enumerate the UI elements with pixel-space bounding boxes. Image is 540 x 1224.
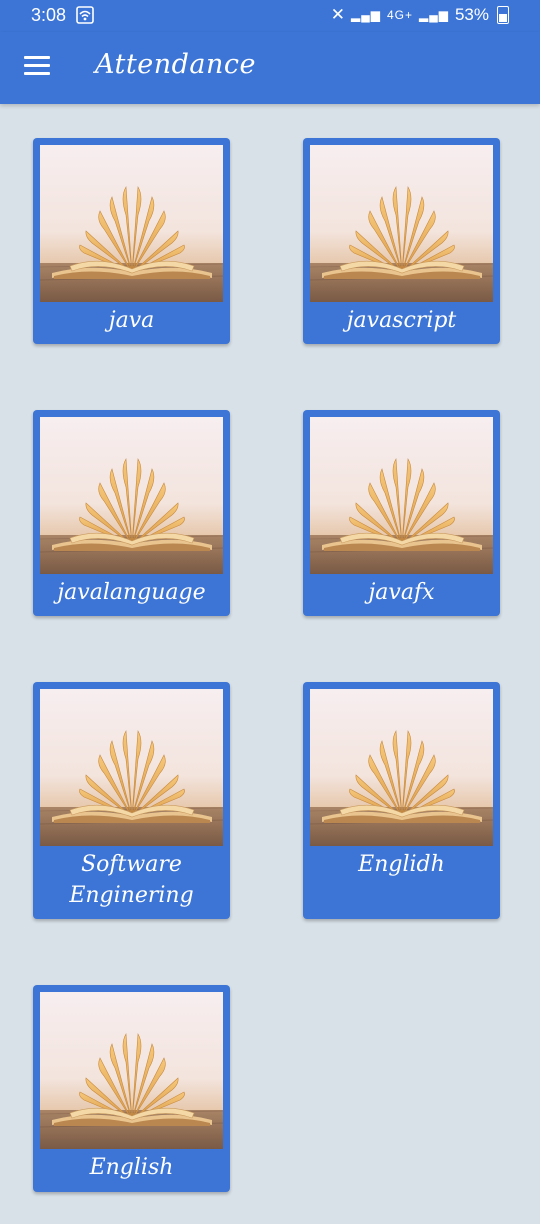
course-label: English xyxy=(89,1155,174,1180)
app-bar: Attendance xyxy=(0,32,540,104)
course-label: Englidh xyxy=(358,852,445,877)
course-card-javascript[interactable]: javascript xyxy=(303,138,500,344)
book-image xyxy=(310,145,493,302)
course-label: javalanguage xyxy=(57,580,206,605)
book-image xyxy=(40,992,223,1149)
battery-percent: 53% xyxy=(454,5,489,24)
status-bar: 3:08 ✕ ▂▄▆ 4G+ ▂▄▆ 53% xyxy=(0,0,540,32)
wifi-icon xyxy=(76,6,94,24)
page-title: Attendance xyxy=(95,49,256,80)
course-card-software-enginering[interactable]: Software Enginering xyxy=(33,682,230,919)
course-card-java[interactable]: java xyxy=(33,138,230,344)
signal-strength-icon: ▂▄▆ xyxy=(419,8,449,22)
course-card-englidh[interactable]: Englidh xyxy=(303,682,500,919)
book-image xyxy=(310,417,493,574)
course-card-javalanguage[interactable]: javalanguage xyxy=(33,410,230,616)
book-image xyxy=(40,145,223,302)
course-card-javafx[interactable]: javafx xyxy=(303,410,500,616)
book-image xyxy=(40,689,223,846)
book-image xyxy=(40,417,223,574)
battery-icon xyxy=(497,6,509,24)
course-label: java xyxy=(108,308,155,333)
status-icons: ✕ ▂▄▆ 4G+ ▂▄▆ 53% xyxy=(331,5,509,25)
course-card-english[interactable]: English xyxy=(33,985,230,1192)
course-label: Software Enginering xyxy=(69,852,194,908)
course-label: javafx xyxy=(368,580,435,605)
book-image xyxy=(310,689,493,846)
hamburger-menu-icon[interactable] xyxy=(24,56,50,78)
course-label: javascript xyxy=(346,308,457,333)
status-time: 3:08 xyxy=(31,5,67,25)
signal-icon: ▂▄▆ xyxy=(351,8,381,22)
mute-icon: ✕ xyxy=(330,5,346,24)
network-type: 4G+ xyxy=(386,8,413,22)
